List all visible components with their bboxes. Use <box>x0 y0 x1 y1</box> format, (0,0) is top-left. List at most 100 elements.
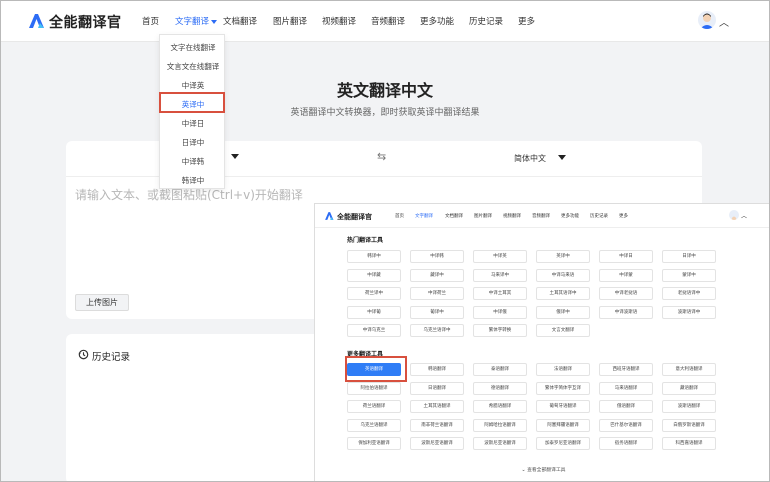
overlay-nav-item-more-features[interactable]: 更多功能 <box>561 213 579 219</box>
more-tool-button[interactable]: 藏语翻译 <box>662 381 716 395</box>
more-tool-button[interactable]: 希腊语翻译 <box>473 400 527 413</box>
dropdown-item-zh-ja[interactable]: 中译日 <box>160 114 226 133</box>
overlay-nav-item-home[interactable]: 首页 <box>395 213 404 219</box>
hot-tool-button[interactable]: 马来译中 <box>473 268 527 282</box>
more-tool-button[interactable]: 繁体字简体字互译 <box>536 381 590 395</box>
hot-tool-button[interactable]: 中译波斯语 <box>599 305 653 319</box>
hot-tool-button[interactable]: 中译荷兰 <box>410 287 464 300</box>
hot-tool-button[interactable]: 中译葡 <box>347 305 401 319</box>
nav-item-home[interactable]: 首页 <box>142 15 159 27</box>
more-tool-button[interactable]: 宿务语翻译 <box>599 437 653 450</box>
avatar[interactable] <box>698 11 716 29</box>
more-tool-button[interactable]: 波斯语翻译 <box>662 400 716 413</box>
more-tool-button[interactable]: 意大利语翻译 <box>662 363 716 376</box>
nav-item-history[interactable]: 历史记录 <box>469 15 503 27</box>
target-lang-chevron-down-icon[interactable] <box>558 155 566 160</box>
highlight-box-en-zh <box>159 92 225 113</box>
more-tool-button[interactable]: 荷兰语翻译 <box>347 400 401 413</box>
overlay-nav-item-audio-translate[interactable]: 音频翻译 <box>532 213 550 219</box>
more-tool-button[interactable]: 巴什基尔语翻译 <box>599 418 653 432</box>
more-tool-button[interactable]: 俄语翻译 <box>599 400 653 413</box>
more-tool-button[interactable]: 土耳其语翻译 <box>410 400 464 413</box>
hot-tool-button[interactable]: 乌克兰语译中 <box>410 324 464 337</box>
hot-tool-button[interactable]: 韩译中 <box>347 250 401 263</box>
more-tool-button[interactable]: 乌克兰语翻译 <box>347 418 401 432</box>
more-tool-button[interactable]: 西班牙语翻译 <box>599 363 653 376</box>
nav-item-video-translate[interactable]: 视频翻译 <box>322 15 356 27</box>
hot-tool-button[interactable]: 波斯语译中 <box>662 305 716 319</box>
hot-tool-button[interactable]: 老挝语译中 <box>662 287 716 300</box>
dropdown-item-text-online[interactable]: 文字在线翻译 <box>160 38 226 57</box>
more-tool-button[interactable]: 日语翻译 <box>410 381 464 395</box>
source-lang-chevron-down-icon[interactable] <box>231 154 239 159</box>
overlay-app-logo-icon <box>325 212 334 220</box>
hot-tool-button[interactable]: 藏译中 <box>410 268 464 282</box>
hot-tool-button[interactable]: 中译老挝语 <box>599 287 653 300</box>
more-tool-button[interactable]: 阿姆哈拉语翻译 <box>473 418 527 432</box>
overlay-nav-item-video-translate[interactable]: 视频翻译 <box>503 213 521 219</box>
more-tool-button[interactable]: 科西嘉语翻译 <box>662 437 716 450</box>
more-tool-button[interactable]: 德语翻译 <box>473 381 527 395</box>
nav-item-more-features[interactable]: 更多功能 <box>420 15 454 27</box>
dropdown-item-zh-ko[interactable]: 中译韩 <box>160 152 226 171</box>
nav-item-text-translate-label: 文字翻译 <box>175 17 210 27</box>
more-tool-button[interactable]: 阿拉伯语翻译 <box>347 381 401 395</box>
page-subtitle: 英语翻译中文转换器，即时获取英译中翻译结果 <box>290 108 480 118</box>
overlay-nav-item-doc-translate[interactable]: 文档翻译 <box>445 213 463 219</box>
view-all-tools-link[interactable]: ⌄ 查看全部翻译工具 <box>315 466 769 473</box>
overlay-chevron-up-icon[interactable]: ︿ <box>741 211 747 220</box>
overlay-top-nav: 全能翻译官 首页 文字翻译 文档翻译 图片翻译 视频翻译 音频翻译 更多功能 历… <box>315 204 769 228</box>
hot-tool-button[interactable]: 中译马来语 <box>536 268 590 282</box>
hot-tool-button[interactable]: 中译藏 <box>347 268 401 282</box>
more-tool-button[interactable]: 波斯尼亚语翻译 <box>410 437 464 450</box>
more-tool-button[interactable]: 阿塞拜疆语翻译 <box>536 418 590 432</box>
hot-tool-button[interactable]: 繁体字转换 <box>473 324 527 337</box>
hot-tool-button[interactable]: 中译蒙 <box>599 268 653 282</box>
target-lang-select[interactable]: 简体中文 <box>514 153 546 164</box>
hot-tool-button[interactable]: 中译英 <box>473 250 527 263</box>
more-tool-button[interactable]: 波斯尼亚语翻译 <box>473 437 527 450</box>
hot-tool-button[interactable]: 中译乌克兰 <box>347 324 401 337</box>
hot-tool-button[interactable]: 日译中 <box>662 250 716 263</box>
user-avatar-icon <box>700 13 714 29</box>
upload-image-button[interactable]: 上传图片 <box>75 294 129 311</box>
more-tool-button[interactable]: 泰语翻译 <box>473 363 527 376</box>
nav-item-more[interactable]: 更多 <box>518 15 535 27</box>
tools-page-overlay: 全能翻译官 首页 文字翻译 文档翻译 图片翻译 视频翻译 音频翻译 更多功能 历… <box>314 203 769 481</box>
overlay-nav-item-image-translate[interactable]: 图片翻译 <box>474 213 492 219</box>
chevron-up-icon[interactable]: ︿ <box>719 14 729 29</box>
hot-tool-button[interactable]: 英译中 <box>536 250 590 263</box>
nav-item-image-translate[interactable]: 图片翻译 <box>273 15 307 27</box>
app-window: 全能翻译官 首页 文字翻译 文档翻译 图片翻译 视频翻译 音频翻译 更多功能 历… <box>0 0 770 482</box>
dropdown-item-classical-chinese[interactable]: 文言文在线翻译 <box>160 57 226 76</box>
more-tool-button[interactable]: 南非荷兰语翻译 <box>410 418 464 432</box>
nav-item-audio-translate[interactable]: 音频翻译 <box>371 15 405 27</box>
more-tool-button[interactable]: 加泰罗尼亚语翻译 <box>536 437 590 450</box>
overlay-nav-item-more[interactable]: 更多 <box>619 213 628 219</box>
overlay-nav-item-history[interactable]: 历史记录 <box>590 213 608 219</box>
overlay-nav-item-text-translate[interactable]: 文字翻译 <box>415 213 433 219</box>
hot-tool-button[interactable]: 中译韩 <box>410 250 464 263</box>
hot-tool-button[interactable]: 中译日 <box>599 250 653 263</box>
more-tool-button[interactable]: 白俄罗斯语翻译 <box>662 418 716 432</box>
more-tool-button[interactable]: 保加利亚语翻译 <box>347 437 401 450</box>
dropdown-item-ko-zh[interactable]: 韩译中 <box>160 171 226 190</box>
swap-languages-icon[interactable]: ⇆ <box>377 150 386 163</box>
nav-item-doc-translate[interactable]: 文档翻译 <box>223 15 257 27</box>
more-tool-button[interactable]: 葡萄牙语翻译 <box>536 400 590 413</box>
hot-tool-button[interactable]: 中译俄 <box>473 305 527 319</box>
hot-tool-button[interactable]: 荷兰译中 <box>347 287 401 300</box>
overlay-avatar[interactable] <box>729 210 739 220</box>
hot-tool-button[interactable]: 土耳其语译中 <box>536 287 590 300</box>
hot-tool-button[interactable]: 中译土耳其 <box>473 287 527 300</box>
more-tool-button[interactable]: 法语翻译 <box>536 363 590 376</box>
more-tool-button[interactable]: 韩语翻译 <box>410 363 464 376</box>
highlight-box-english-translate <box>345 356 407 382</box>
nav-item-text-translate[interactable]: 文字翻译 <box>175 15 218 27</box>
more-tool-button[interactable]: 马来语翻译 <box>599 381 653 395</box>
hot-tool-button[interactable]: 俄译中 <box>536 305 590 319</box>
hot-tool-button[interactable]: 文言文翻译 <box>536 324 590 337</box>
hot-tool-button[interactable]: 蒙译中 <box>662 268 716 282</box>
dropdown-item-ja-zh[interactable]: 日译中 <box>160 133 226 152</box>
hot-tool-button[interactable]: 葡译中 <box>410 305 464 319</box>
